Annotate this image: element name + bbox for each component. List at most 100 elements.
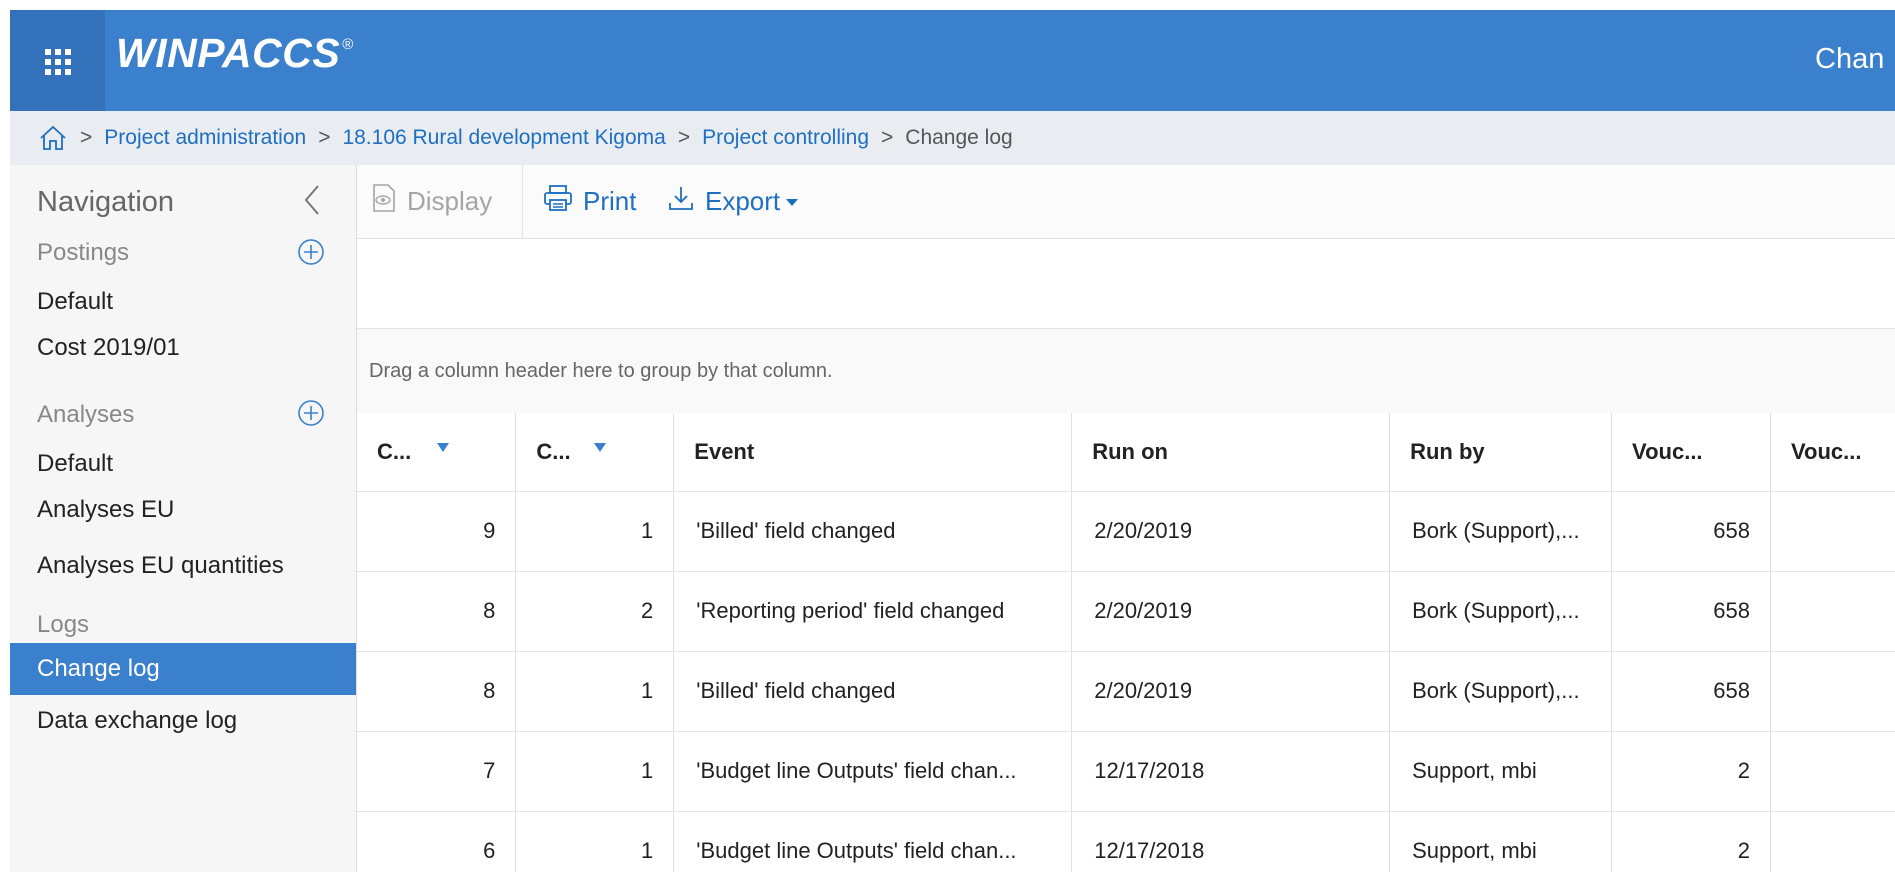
export-dropdown-caret-icon bbox=[786, 199, 799, 206]
sidebar-item-change-log[interactable]: Change log bbox=[10, 643, 356, 695]
collapse-chevron-icon[interactable] bbox=[300, 183, 324, 217]
cell-change-sub: 1 bbox=[515, 731, 675, 812]
group-by-hint: Drag a column header here to group by th… bbox=[369, 359, 833, 382]
header-title: Chan bbox=[1815, 43, 1885, 75]
export-button[interactable]: Export bbox=[667, 165, 799, 238]
table-row[interactable]: 7 1 'Budget line Outputs' field chan... … bbox=[357, 731, 1895, 812]
sidebar-item-analyses-default[interactable]: Default bbox=[10, 438, 356, 490]
app-window: WINPACCS ® Chan > Project administration … bbox=[10, 10, 1895, 872]
postings-group-label: Postings bbox=[37, 239, 130, 266]
breadcrumb: > Project administration > 18.106 Rural … bbox=[10, 111, 1895, 165]
cell-change-no: 8 bbox=[357, 571, 517, 652]
display-label: Display bbox=[407, 186, 493, 216]
table-row[interactable]: 9 1 'Billed' field changed 2/20/2019 Bor… bbox=[357, 491, 1895, 572]
cell-voucher-1: 658 bbox=[1611, 491, 1771, 572]
cell-voucher-2 bbox=[1770, 491, 1895, 572]
breadcrumb-separator: > bbox=[881, 126, 894, 149]
cell-change-no: 6 bbox=[357, 811, 517, 872]
column-header-run-by[interactable]: Run by bbox=[1389, 413, 1613, 492]
cell-event: 'Billed' field changed bbox=[673, 651, 1073, 732]
cell-run-on: 2/20/2019 bbox=[1071, 491, 1391, 572]
cell-voucher-1: 2 bbox=[1611, 811, 1771, 872]
column-header-event[interactable]: Event bbox=[673, 413, 1073, 492]
navigation-title: Navigation bbox=[37, 186, 175, 218]
display-button[interactable]: Display bbox=[371, 165, 492, 238]
add-analysis-icon[interactable] bbox=[296, 398, 326, 428]
sort-descending-icon bbox=[594, 443, 607, 452]
breadcrumb-project-controlling[interactable]: Project controlling bbox=[702, 126, 869, 150]
cell-event: 'Budget line Outputs' field chan... bbox=[673, 811, 1073, 872]
toolbar: Display Print Export bbox=[357, 165, 1895, 239]
main-content: Display Print Export Drag a column heade… bbox=[356, 165, 1895, 872]
home-icon[interactable] bbox=[38, 125, 68, 151]
export-label: Export bbox=[705, 186, 781, 216]
logs-group-label: Logs bbox=[37, 611, 90, 638]
cell-run-on: 12/17/2018 bbox=[1071, 811, 1391, 872]
cell-run-on: 12/17/2018 bbox=[1071, 731, 1391, 812]
navigation-sidebar: Navigation Postings Default Cost 2019/01… bbox=[10, 165, 356, 872]
group-by-panel[interactable]: Drag a column header here to group by th… bbox=[357, 329, 1895, 414]
change-log-grid: C... C... Event Run on Run by Vouc... Vo… bbox=[357, 413, 1895, 872]
cell-change-sub: 2 bbox=[515, 571, 675, 652]
column-header-change-sub[interactable]: C... bbox=[515, 413, 675, 492]
cell-run-by: Support, mbi bbox=[1389, 731, 1613, 812]
cell-run-by: Bork (Support),... bbox=[1389, 651, 1613, 732]
grid-header-row: C... C... Event Run on Run by Vouc... Vo… bbox=[357, 413, 1895, 492]
cell-change-no: 7 bbox=[357, 731, 517, 812]
add-posting-icon[interactable] bbox=[296, 237, 326, 267]
breadcrumb-current: Change log bbox=[905, 126, 1013, 149]
breadcrumb-project-administration[interactable]: Project administration bbox=[104, 126, 306, 150]
print-label: Print bbox=[583, 186, 637, 216]
cell-voucher-2 bbox=[1770, 731, 1895, 812]
column-header-label: C... bbox=[536, 438, 571, 464]
cell-run-by: Bork (Support),... bbox=[1389, 491, 1613, 572]
cell-voucher-2 bbox=[1770, 811, 1895, 872]
cell-event: 'Billed' field changed bbox=[673, 491, 1073, 572]
analyses-group-label: Analyses bbox=[37, 401, 135, 428]
column-header-voucher-1[interactable]: Vouc... bbox=[1611, 413, 1771, 492]
breadcrumb-separator: > bbox=[318, 126, 331, 149]
printer-icon bbox=[543, 184, 583, 219]
print-button[interactable]: Print bbox=[543, 165, 636, 238]
toolbar-divider bbox=[522, 165, 523, 238]
cell-voucher-1: 2 bbox=[1611, 731, 1771, 812]
sidebar-item-postings-default[interactable]: Default bbox=[10, 276, 356, 328]
column-header-voucher-2[interactable]: Vouc... bbox=[1770, 413, 1895, 492]
sidebar-item-cost-2019-01[interactable]: Cost 2019/01 bbox=[10, 322, 356, 374]
top-bar: WINPACCS ® Chan bbox=[10, 10, 1895, 111]
display-icon bbox=[371, 183, 407, 220]
filter-area bbox=[357, 239, 1895, 329]
grid-icon bbox=[45, 49, 71, 75]
cell-run-on: 2/20/2019 bbox=[1071, 651, 1391, 732]
column-header-change-no[interactable]: C... bbox=[357, 413, 517, 492]
table-row[interactable]: 8 2 'Reporting period' field changed 2/2… bbox=[357, 571, 1895, 652]
sidebar-item-analyses-eu-quantities[interactable]: Analyses EU quantities bbox=[10, 540, 356, 592]
cell-change-sub: 1 bbox=[515, 811, 675, 872]
download-icon bbox=[667, 184, 705, 219]
column-header-run-on[interactable]: Run on bbox=[1071, 413, 1391, 492]
brand-logo: WINPACCS ® bbox=[116, 30, 354, 77]
cell-change-no: 9 bbox=[357, 491, 517, 572]
cell-voucher-2 bbox=[1770, 571, 1895, 652]
app-launcher-button[interactable] bbox=[10, 10, 105, 111]
column-header-label: C... bbox=[377, 438, 412, 464]
cell-change-no: 8 bbox=[357, 651, 517, 732]
sidebar-item-analyses-eu[interactable]: Analyses EU bbox=[10, 484, 356, 536]
breadcrumb-separator: > bbox=[677, 126, 691, 149]
cell-change-sub: 1 bbox=[515, 651, 675, 732]
table-row[interactable]: 6 1 'Budget line Outputs' field chan... … bbox=[357, 811, 1895, 872]
cell-run-by: Support, mbi bbox=[1389, 811, 1613, 872]
sort-descending-icon bbox=[437, 443, 449, 452]
cell-run-by: Bork (Support),... bbox=[1389, 571, 1613, 652]
cell-event: 'Reporting period' field changed bbox=[673, 571, 1073, 652]
table-row[interactable]: 8 1 'Billed' field changed 2/20/2019 Bor… bbox=[357, 651, 1895, 732]
cell-event: 'Budget line Outputs' field chan... bbox=[673, 731, 1073, 812]
breadcrumb-project[interactable]: 18.106 Rural development Kigoma bbox=[342, 126, 665, 150]
cell-voucher-1: 658 bbox=[1611, 651, 1771, 732]
registered-mark: ® bbox=[342, 36, 354, 53]
cell-voucher-1: 658 bbox=[1611, 571, 1771, 652]
cell-change-sub: 1 bbox=[515, 491, 675, 572]
sidebar-item-data-exchange-log[interactable]: Data exchange log bbox=[10, 695, 356, 747]
cell-voucher-2 bbox=[1770, 651, 1895, 732]
brand-name: WINPACCS bbox=[116, 30, 341, 76]
